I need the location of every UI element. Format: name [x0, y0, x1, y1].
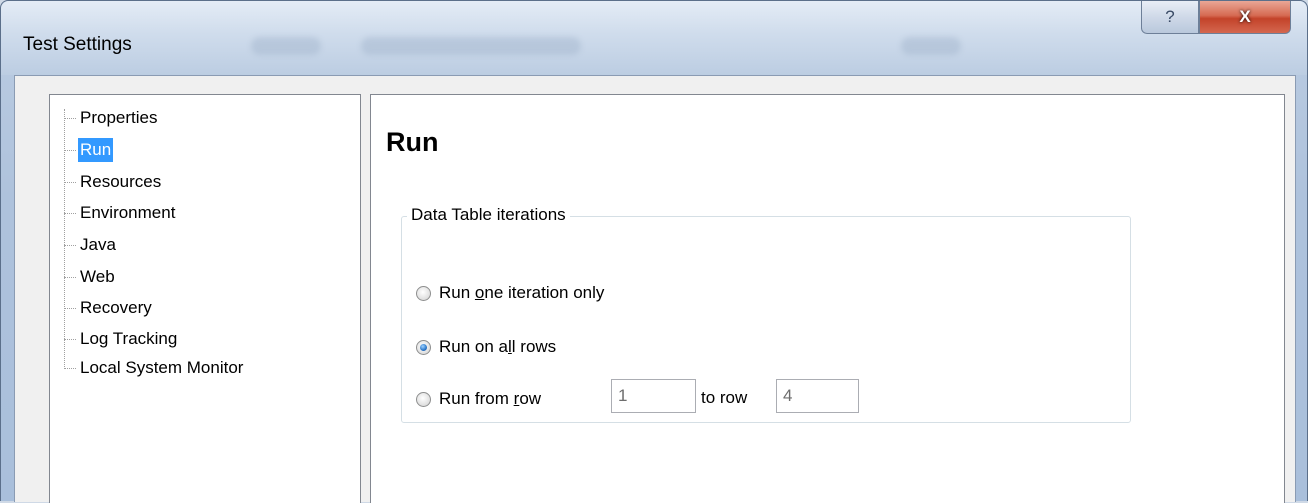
- tree-connector: [64, 181, 76, 183]
- sidebar-item-label: Run: [78, 138, 114, 162]
- tree-connector: [64, 307, 76, 309]
- sidebar-item-label: Local System Monitor: [80, 358, 244, 377]
- background-blur: [361, 37, 581, 55]
- radio-button-checked[interactable]: [416, 339, 431, 355]
- radio-button[interactable]: [416, 391, 431, 407]
- close-icon: X: [1239, 7, 1251, 26]
- radio-label: Run one iteration only: [439, 283, 605, 302]
- radio-button[interactable]: [416, 285, 431, 301]
- sidebar-item-log-tracking[interactable]: Log Tracking: [64, 327, 179, 351]
- close-button[interactable]: X: [1199, 1, 1291, 34]
- tree-connector: [64, 338, 76, 340]
- sidebar-item-web[interactable]: Web: [64, 265, 117, 289]
- tree-connector: [64, 276, 76, 278]
- to-row-input[interactable]: [776, 379, 859, 413]
- tree-connector: [64, 212, 76, 214]
- from-row-input[interactable]: [611, 379, 696, 413]
- sidebar-item-label: Java: [80, 235, 116, 254]
- radio-label: Run from row: [439, 389, 542, 408]
- sidebar-item-recovery[interactable]: Recovery: [64, 296, 154, 320]
- to-row-label: to row: [701, 388, 748, 407]
- tree-connector: [64, 367, 76, 369]
- sidebar-item-label: Resources: [80, 172, 162, 191]
- sidebar-item-resources[interactable]: Resources: [64, 170, 163, 194]
- window-title: Test Settings: [23, 34, 132, 55]
- tree-connector: [64, 244, 76, 246]
- sidebar-item-label: Log Tracking: [80, 329, 178, 348]
- test-settings-window: Test Settings ? X Properties Run Resourc…: [0, 0, 1308, 503]
- radio-run-one-iteration[interactable]: Run one iteration only: [416, 283, 604, 303]
- radio-run-from-row[interactable]: Run from row: [416, 389, 541, 409]
- sidebar-item-label: Properties: [80, 108, 158, 127]
- settings-content-panel: Run Data Table iterations Run one iterat…: [370, 94, 1285, 503]
- sidebar-item-java[interactable]: Java: [64, 233, 118, 257]
- settings-tree[interactable]: Properties Run Resources Environment Jav…: [49, 94, 361, 503]
- radio-run-all-rows[interactable]: Run on all rows: [416, 337, 556, 357]
- background-blur: [251, 37, 321, 55]
- sidebar-item-run[interactable]: Run: [64, 138, 114, 162]
- help-icon: ?: [1165, 7, 1175, 26]
- background-blur: [901, 37, 961, 55]
- sidebar-item-label: Recovery: [80, 298, 152, 317]
- sidebar-item-environment[interactable]: Environment: [64, 201, 177, 225]
- sidebar-item-label: Environment: [80, 203, 176, 222]
- radio-label: Run on all rows: [439, 337, 557, 356]
- sidebar-item-local-system-monitor[interactable]: Local System Monitor: [64, 356, 245, 380]
- dialog-client-area: Properties Run Resources Environment Jav…: [14, 75, 1296, 503]
- tree-connector: [64, 149, 76, 151]
- help-button[interactable]: ?: [1141, 1, 1199, 34]
- group-legend: Data Table iterations: [407, 205, 570, 225]
- tree-connector: [64, 117, 76, 119]
- page-title: Run: [386, 127, 439, 157]
- sidebar-item-label: Web: [80, 267, 115, 286]
- title-bar[interactable]: Test Settings ? X: [1, 1, 1307, 75]
- sidebar-item-properties[interactable]: Properties: [64, 106, 159, 130]
